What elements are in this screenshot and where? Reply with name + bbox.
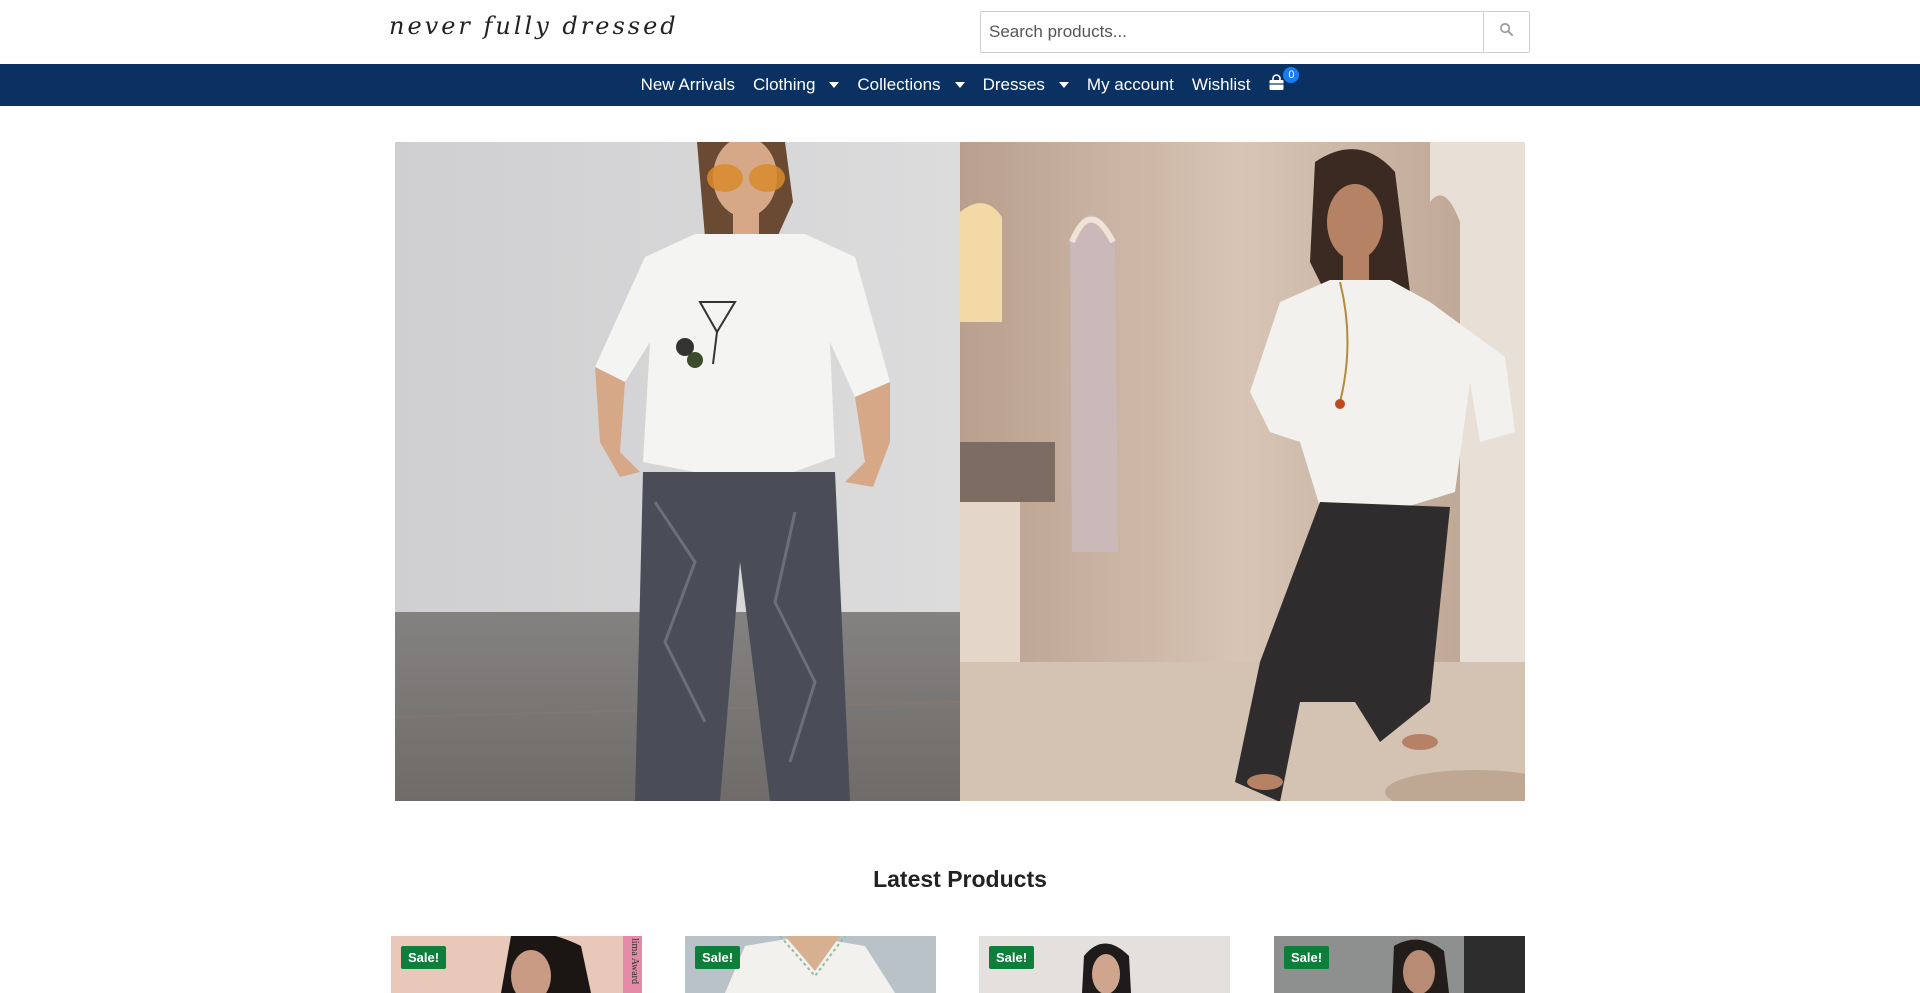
sale-badge: Sale! <box>989 946 1035 969</box>
cart-link[interactable]: 0 <box>1268 67 1300 96</box>
hero-image-left[interactable] <box>395 142 960 801</box>
nav-item-label: My account <box>1086 75 1174 94</box>
award-text: lima Award <box>629 938 640 985</box>
sale-badge: Sale! <box>695 946 741 969</box>
sale-badge: Sale! <box>401 946 447 969</box>
sale-badge: Sale! <box>1284 946 1330 969</box>
caret-down-icon[interactable] <box>829 82 840 88</box>
nav-item-label: Clothing <box>753 75 816 94</box>
main-navigation: New Arrivals Clothing Collections Dresse… <box>0 64 1920 106</box>
site-logo[interactable]: never fully dressed <box>389 12 679 40</box>
search-input[interactable] <box>981 12 1483 52</box>
latest-products-heading: Latest Products <box>873 866 1047 892</box>
product-card[interactable]: Sale! lima Award <box>391 936 642 993</box>
nav-item-label: Dresses <box>982 75 1045 94</box>
latest-products-grid: Sale! lima Award Sale! Sale! Sale! <box>391 936 1525 993</box>
search-icon <box>1499 22 1514 42</box>
nav-item-wishlist[interactable]: Wishlist <box>1192 75 1251 95</box>
nav-item-my-account[interactable]: My account <box>1087 75 1174 95</box>
nav-item-collections[interactable]: Collections <box>857 75 965 95</box>
hero-banner[interactable] <box>395 142 1525 801</box>
caret-down-icon[interactable] <box>1058 82 1069 88</box>
site-header: never fully dressed <box>0 0 1920 64</box>
nav-item-label: Collections <box>857 75 941 94</box>
product-card[interactable]: Sale! <box>1274 936 1525 993</box>
nav-item-label: New Arrivals <box>640 75 736 94</box>
cart-count-badge: 0 <box>1283 67 1300 83</box>
nav-item-clothing[interactable]: Clothing <box>753 75 840 95</box>
hero-image-right[interactable] <box>960 142 1525 801</box>
nav-item-new-arrivals[interactable]: New Arrivals <box>641 75 735 95</box>
search-button[interactable] <box>1483 12 1529 52</box>
nav-item-label: Wishlist <box>1191 75 1251 94</box>
product-card[interactable]: Sale! <box>685 936 936 993</box>
nav-item-dresses[interactable]: Dresses <box>983 75 1069 95</box>
product-card[interactable]: Sale! <box>979 936 1230 993</box>
caret-down-icon[interactable] <box>954 82 965 88</box>
search-form <box>980 11 1530 53</box>
